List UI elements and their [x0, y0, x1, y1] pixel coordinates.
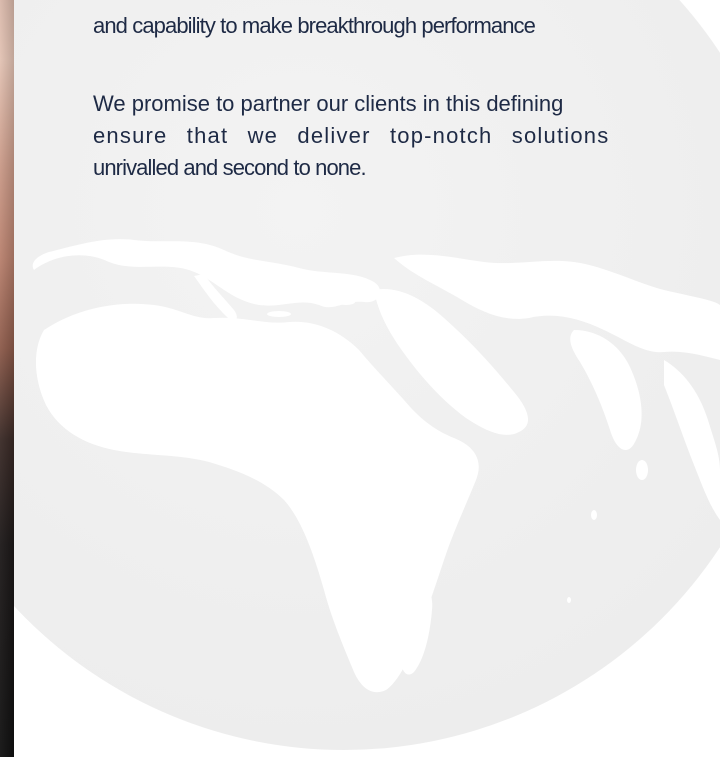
body-text-line: unrivalled and second to none. [93, 155, 367, 180]
land-sicily [218, 325, 238, 335]
page: and capability to make breakthrough perf… [0, 0, 720, 757]
land-island-1 [591, 510, 597, 520]
land-island-2 [567, 597, 571, 603]
land-cyprus [337, 299, 355, 305]
land-sri-lanka [636, 460, 648, 480]
content-panel: and capability to make breakthrough perf… [14, 0, 720, 757]
body-text-line: and capability to make breakthrough perf… [93, 13, 536, 38]
body-text-line: We promise to partner our clients in thi… [93, 91, 564, 116]
body-text-line: ensure that we deliver top-notch solutio… [93, 123, 610, 148]
portrait-photo-edge [0, 0, 14, 757]
land-crete [267, 311, 291, 317]
